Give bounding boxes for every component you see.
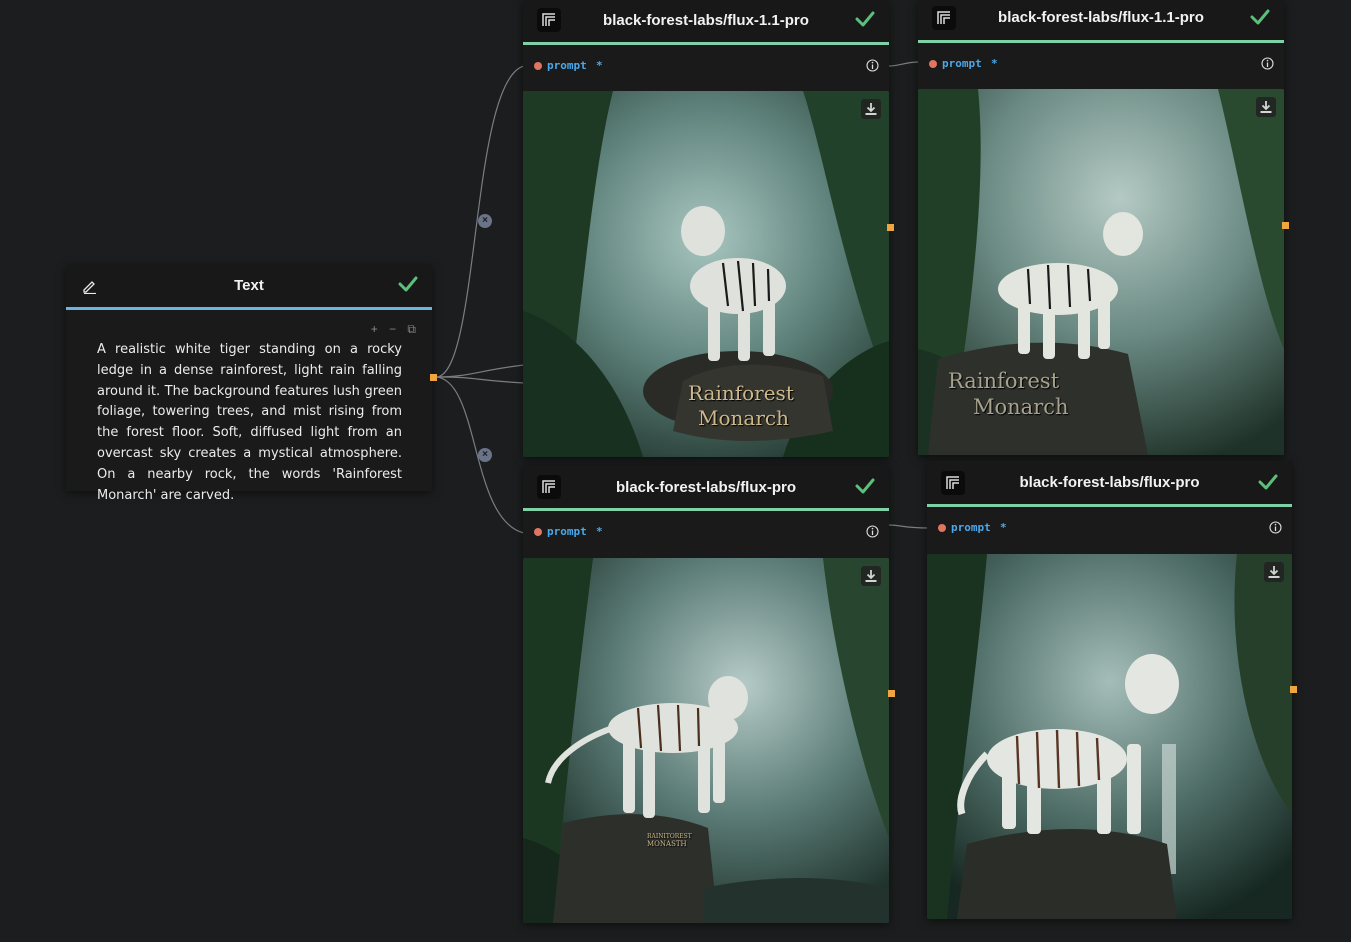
generated-image[interactable]: Rainforest Monarch: [918, 89, 1284, 455]
node-title: black-forest-labs/flux-1.1-pro: [998, 9, 1204, 26]
checkmark-icon: [855, 10, 875, 33]
required-mark: *: [1000, 521, 1007, 534]
info-icon[interactable]: [866, 59, 879, 77]
node-title: black-forest-labs/flux-pro: [1019, 474, 1200, 491]
generated-image[interactable]: [927, 554, 1292, 919]
pencil-icon[interactable]: [82, 278, 98, 299]
carved-text: Rainforest: [948, 369, 1060, 393]
prompt-text[interactable]: A realistic white tiger standing on a ro…: [97, 340, 402, 506]
generated-image[interactable]: Rainforest Monarch: [523, 91, 889, 457]
node-title: black-forest-labs/flux-pro: [615, 479, 797, 496]
model-node[interactable]: black-forest-labs/flux-1.1-pro prompt *: [918, 0, 1284, 455]
required-mark: *: [596, 525, 603, 538]
prompt-input-row[interactable]: prompt *: [523, 511, 889, 553]
text-node-header[interactable]: Text: [66, 265, 432, 310]
carved-text: Monarch: [698, 406, 789, 430]
edge-remove-icon[interactable]: ×: [478, 448, 492, 462]
model-node[interactable]: black-forest-labs/flux-1.1-pro prompt *: [523, 0, 889, 457]
download-icon[interactable]: [1256, 97, 1276, 117]
info-icon[interactable]: [1261, 57, 1274, 75]
model-node[interactable]: black-forest-labs/flux-pro prompt *: [523, 465, 889, 923]
node-title: Text: [234, 277, 264, 294]
prompt-input-row[interactable]: prompt *: [927, 507, 1292, 549]
download-icon[interactable]: [861, 99, 881, 119]
download-icon[interactable]: [1264, 562, 1284, 582]
required-mark: *: [596, 59, 603, 72]
input-label: prompt: [547, 59, 587, 72]
model-node[interactable]: black-forest-labs/flux-pro prompt *: [927, 461, 1292, 919]
output-port[interactable]: [888, 690, 895, 697]
prompt-input-row[interactable]: prompt *: [918, 43, 1284, 85]
input-port-dot[interactable]: [534, 62, 542, 70]
model-node-header[interactable]: black-forest-labs/flux-1.1-pro: [523, 0, 889, 45]
checkmark-icon: [855, 477, 875, 500]
input-port-dot[interactable]: [929, 60, 937, 68]
text-tools[interactable]: + − ⧉: [371, 322, 420, 337]
text-output-port[interactable]: [430, 374, 437, 381]
info-icon[interactable]: [1269, 521, 1282, 539]
model-logo-icon: [537, 8, 561, 32]
carved-text: MONASTH: [647, 840, 687, 848]
model-node-header[interactable]: black-forest-labs/flux-1.1-pro: [918, 0, 1284, 43]
text-node[interactable]: Text + − ⧉ A realistic white tiger stand…: [66, 265, 432, 503]
model-node-header[interactable]: black-forest-labs/flux-pro: [927, 461, 1292, 507]
input-label: prompt: [942, 57, 982, 70]
download-icon[interactable]: [861, 566, 881, 586]
prompt-input-row[interactable]: prompt *: [523, 45, 889, 87]
checkmark-icon: [1250, 8, 1270, 31]
output-port[interactable]: [1282, 222, 1289, 229]
generated-image[interactable]: RAINITOREST MONASTH: [523, 558, 889, 923]
node-title: black-forest-labs/flux-1.1-pro: [603, 12, 809, 29]
info-icon[interactable]: [866, 525, 879, 543]
input-port-dot[interactable]: [534, 528, 542, 536]
input-label: prompt: [951, 521, 991, 534]
checkmark-icon: [1258, 473, 1278, 496]
model-logo-icon: [537, 475, 561, 499]
model-node-header[interactable]: black-forest-labs/flux-pro: [523, 465, 889, 511]
carved-text: Monarch: [973, 395, 1069, 419]
carved-text: Rainforest: [688, 381, 794, 405]
output-port[interactable]: [887, 224, 894, 231]
input-port-dot[interactable]: [938, 524, 946, 532]
edge-remove-icon[interactable]: ×: [478, 214, 492, 228]
checkmark-icon: [398, 275, 418, 298]
output-port[interactable]: [1290, 686, 1297, 693]
model-logo-icon: [932, 6, 956, 30]
input-label: prompt: [547, 525, 587, 538]
required-mark: *: [991, 57, 998, 70]
model-logo-icon: [941, 471, 965, 495]
